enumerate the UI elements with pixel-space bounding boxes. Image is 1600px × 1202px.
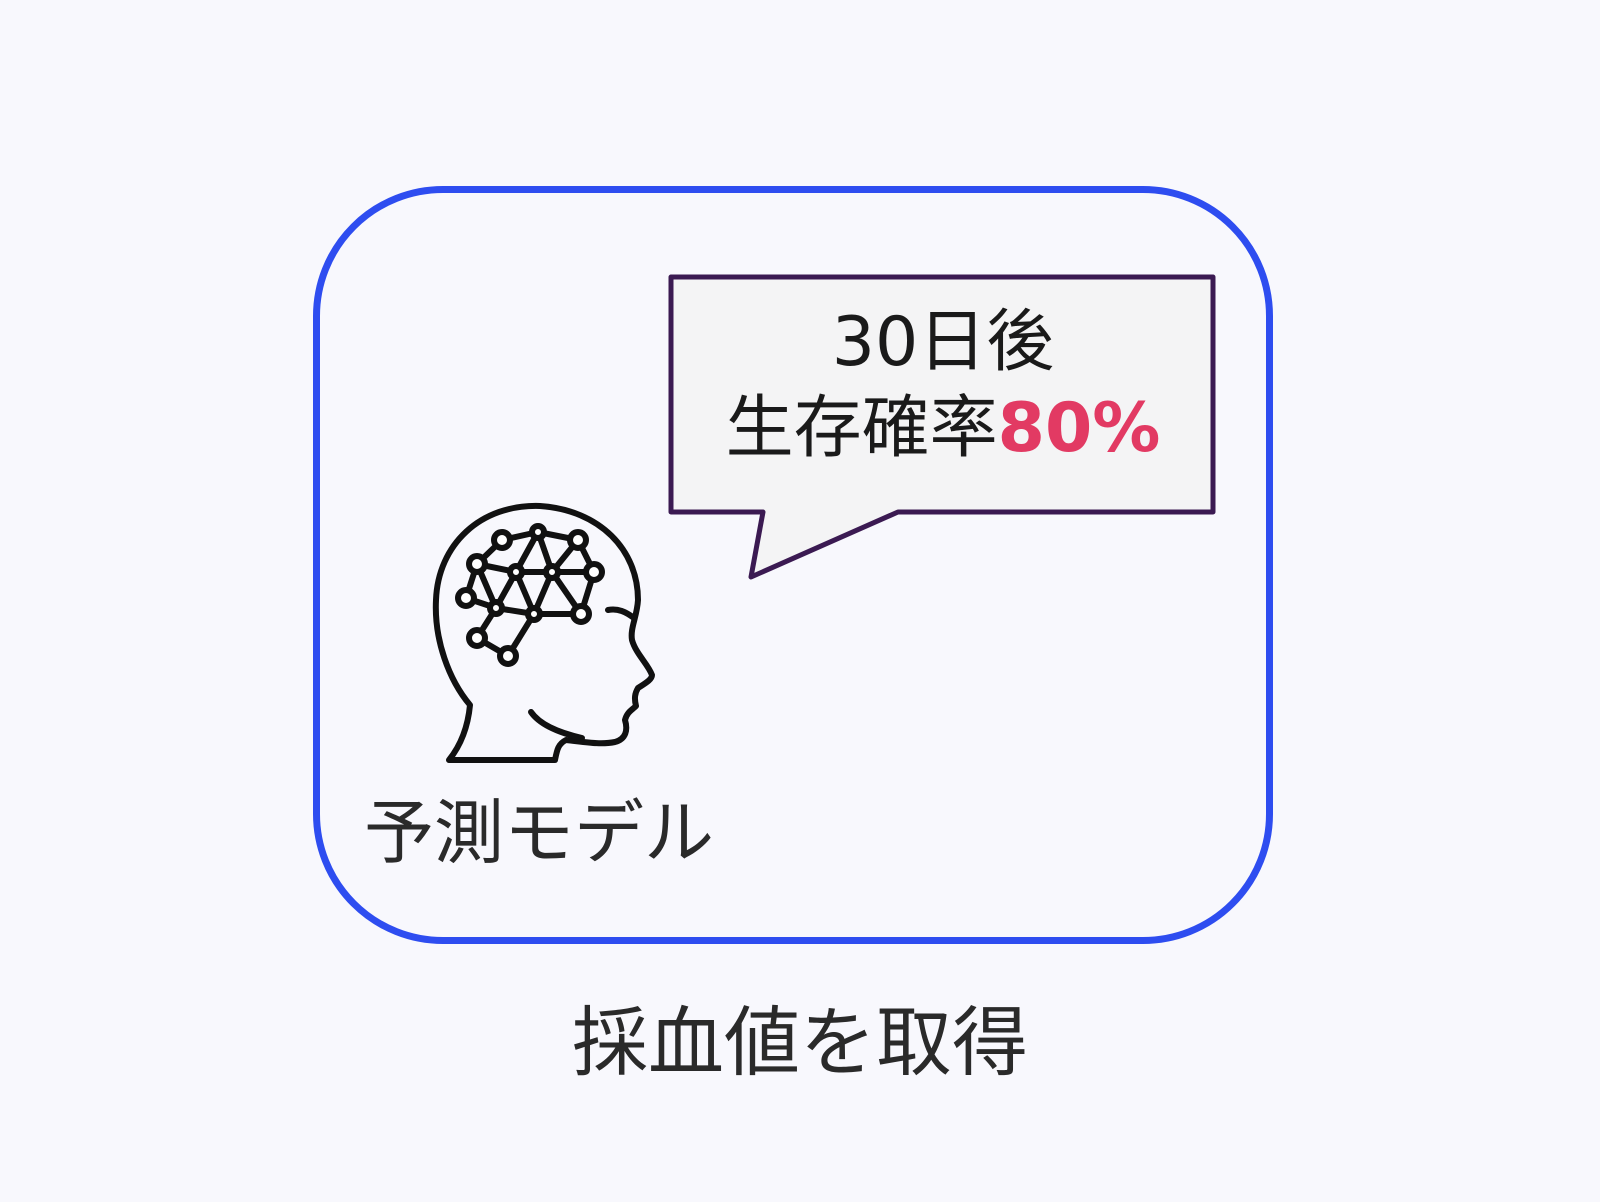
ai-head-brain-network-icon (432, 502, 655, 763)
bubble-line-probability: 生存確率80% (673, 386, 1213, 472)
probability-value: 80% (997, 389, 1161, 468)
probability-label: 生存確率 (725, 389, 998, 468)
bubble-text: 30日後 生存確率80% (673, 300, 1213, 472)
bubble-line-days: 30日後 (831, 303, 1055, 382)
model-label: 予測モデル (364, 792, 714, 874)
caption-blood-test: 採血値を取得 (572, 998, 1028, 1087)
diagram-canvas: 30日後 生存確率80% 予測モデル 採血値を取得 (0, 0, 1600, 1202)
